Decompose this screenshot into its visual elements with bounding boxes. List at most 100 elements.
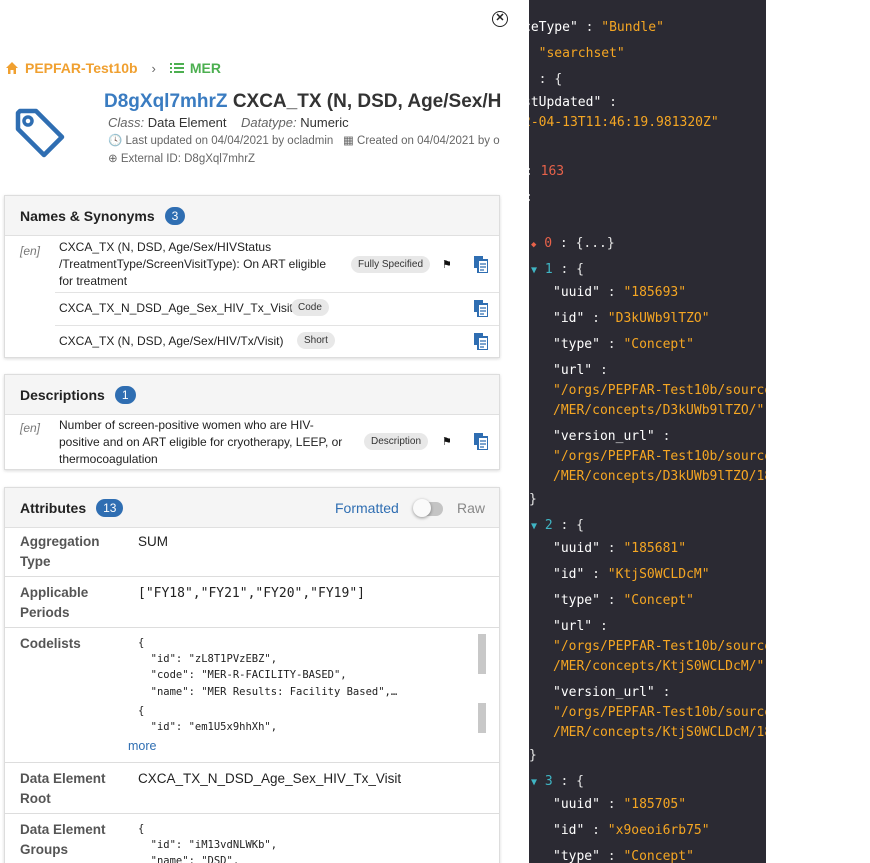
audit-row: 🕓 Last updated on 04/04/2021 by ocladmin…: [108, 133, 500, 147]
label-line: Applicable: [20, 585, 89, 600]
code-line: "id": "em1U5x9hhXh",: [138, 721, 278, 733]
concept-id[interactable]: D8gXql7mhrZ: [104, 91, 228, 112]
json-value: "x9oeoi6rb75": [607, 823, 710, 838]
expand-triangle-icon[interactable]: ▼: [531, 521, 537, 532]
description-type-badge: Description: [364, 433, 429, 450]
more-link[interactable]: more: [128, 739, 156, 753]
formatted-label[interactable]: Formatted: [335, 500, 399, 516]
page-title: D8gXql7mhrZ CXCA_TX (N, DSD, Age/Sex/H: [104, 91, 501, 113]
expand-triangle-icon[interactable]: ▼: [531, 265, 537, 276]
json-line: "id" : "KtjS0WCLDcM": [553, 567, 710, 582]
json-value: "searchset": [538, 46, 625, 61]
description-lang: [en]: [20, 421, 41, 435]
code-line: {: [138, 823, 145, 835]
json-value: {...}: [575, 236, 615, 251]
json-line: "/orgs/PEPFAR-Test10b/sources: [553, 639, 766, 654]
copy-icon[interactable]: [474, 256, 489, 274]
descriptions-header: Descriptions 1: [5, 375, 499, 415]
scrollbar-thumb[interactable]: [478, 634, 486, 674]
expand-triangle-icon[interactable]: ▼: [531, 777, 537, 788]
json-line[interactable]: ◆ 0 : {...}: [531, 236, 615, 251]
json-value: "/orgs/PEPFAR-Test10b/sources: [553, 639, 766, 654]
code-line: {: [138, 637, 145, 649]
description-text: Number of screen-positive women who are …: [59, 417, 342, 468]
json-line[interactable]: ▼ 1 : {: [531, 262, 584, 277]
json-line: :: [529, 190, 533, 205]
attr-value-aggregation: SUM: [138, 534, 168, 549]
attr-label-root: Data Element Root: [20, 769, 106, 809]
json-key: ": [529, 72, 531, 87]
row-divider: [55, 292, 499, 293]
names-title: Names & Synonyms: [20, 207, 155, 224]
breadcrumb-source[interactable]: MER: [190, 60, 221, 76]
attributes-count-badge: 13: [96, 498, 124, 517]
json-index: 1: [544, 262, 553, 277]
name-line: CXCA_TX (N, DSD, Age/Sex/HIVStatus: [59, 240, 272, 254]
name-line: /TreatmentType/ScreenVisitType): On ART …: [59, 257, 327, 271]
label-line: Aggregation: [20, 534, 100, 549]
json-line: /MER/concepts/KtjS0WCLDcM/185682/": [553, 725, 766, 740]
json-value: "Concept": [623, 593, 694, 608]
json-line: "version_url" :: [553, 685, 671, 700]
concept-class-row: Class: Data Element Datatype: Numeric: [108, 115, 349, 130]
concept-name: CXCA_TX (N, DSD, Age/Sex/H: [232, 91, 502, 112]
code-line: "id": "zL8T1PVzEBZ",: [138, 653, 278, 665]
json-line: "/orgs/PEPFAR-Test10b/sources: [553, 449, 766, 464]
description-line: positive and on ART eligible for cryothe…: [59, 435, 343, 449]
name-type-badge: Short: [297, 332, 335, 349]
json-key: "type": [553, 849, 600, 863]
json-value: "KtjS0WCLDcM": [607, 567, 710, 582]
json-key: ceType": [529, 20, 578, 35]
json-value: "Concept": [623, 337, 694, 352]
name-short: CXCA_TX (N, DSD, Age/Sex/HIV/Tx/Visit): [59, 334, 284, 348]
attr-label-aggregation: Aggregation Type: [20, 532, 100, 572]
json-key: "id": [553, 567, 585, 582]
attr-value-root: CXCA_TX_N_DSD_Age_Sex_HIV_Tx_Visit: [138, 771, 402, 786]
label-line: Root: [20, 791, 51, 806]
attributes-header: Attributes 13 Formatted Raw: [5, 488, 499, 528]
code-line: "code": "MER-R-FACILITY-BASED",: [138, 669, 347, 681]
copy-icon[interactable]: [474, 300, 489, 318]
name-line: for treatment: [59, 274, 128, 288]
description-line: Number of screen-positive women who are …: [59, 418, 314, 432]
attributes-card: Attributes 13 Formatted Raw Aggregation …: [4, 487, 500, 863]
calendar-icon: ▦: [342, 135, 354, 147]
flag-icon: ⚑: [442, 259, 452, 271]
json-value: "Concept": [623, 849, 694, 863]
json-line: "uuid" : "185705": [553, 797, 687, 812]
name-lang: [en]: [20, 244, 41, 258]
attributes-title: Attributes: [20, 499, 87, 516]
json-value: "185681": [623, 541, 687, 556]
name-type-badge: Fully Specified: [351, 256, 431, 273]
json-value: /MER/concepts/KtjS0WCLDcM/185682/": [553, 725, 766, 740]
copy-icon[interactable]: [474, 333, 489, 351]
json-value: "Bundle": [601, 20, 664, 35]
class-label: Class:: [108, 115, 145, 130]
raw-json-viewer[interactable]: ceType" : "Bundle" : "searchset" " : { s…: [529, 0, 766, 863]
names-card: Names & Synonyms 3 [en] CXCA_TX (N, DSD,…: [4, 195, 500, 358]
json-value: {: [554, 72, 563, 87]
label-line: Type: [20, 554, 51, 569]
json-value: "/orgs/PEPFAR-Test10b/sources: [553, 383, 766, 398]
home-icon: [5, 61, 19, 75]
breadcrumb-org[interactable]: PEPFAR-Test10b: [25, 60, 138, 76]
attr-divider: [5, 813, 499, 814]
list-icon: [169, 60, 184, 76]
attr-divider: [5, 576, 499, 577]
attr-divider: [5, 627, 499, 628]
json-value: 163: [540, 164, 565, 179]
json-line[interactable]: ▼ 3 : {: [531, 774, 584, 789]
format-toggle[interactable]: [413, 499, 443, 517]
json-line: "version_url" :: [553, 429, 671, 444]
json-line: "/orgs/PEPFAR-Test10b/sources: [553, 383, 766, 398]
scrollbar-thumb[interactable]: [478, 703, 486, 733]
raw-label[interactable]: Raw: [457, 500, 485, 516]
copy-icon[interactable]: [474, 433, 489, 451]
created-on: Created on 04/04/2021 by o: [357, 135, 500, 147]
json-value: "/orgs/PEPFAR-Test10b/sources: [553, 449, 766, 464]
json-key: stUpdated": [529, 95, 602, 110]
close-icon[interactable]: ✕: [492, 11, 508, 27]
json-line[interactable]: ▼ 2 : {: [531, 518, 584, 533]
concept-details-panel: ✕ PEPFAR-Test10b › MER D8gXql7mhrZ CXCA_…: [0, 0, 529, 863]
json-line: }: [529, 492, 537, 507]
